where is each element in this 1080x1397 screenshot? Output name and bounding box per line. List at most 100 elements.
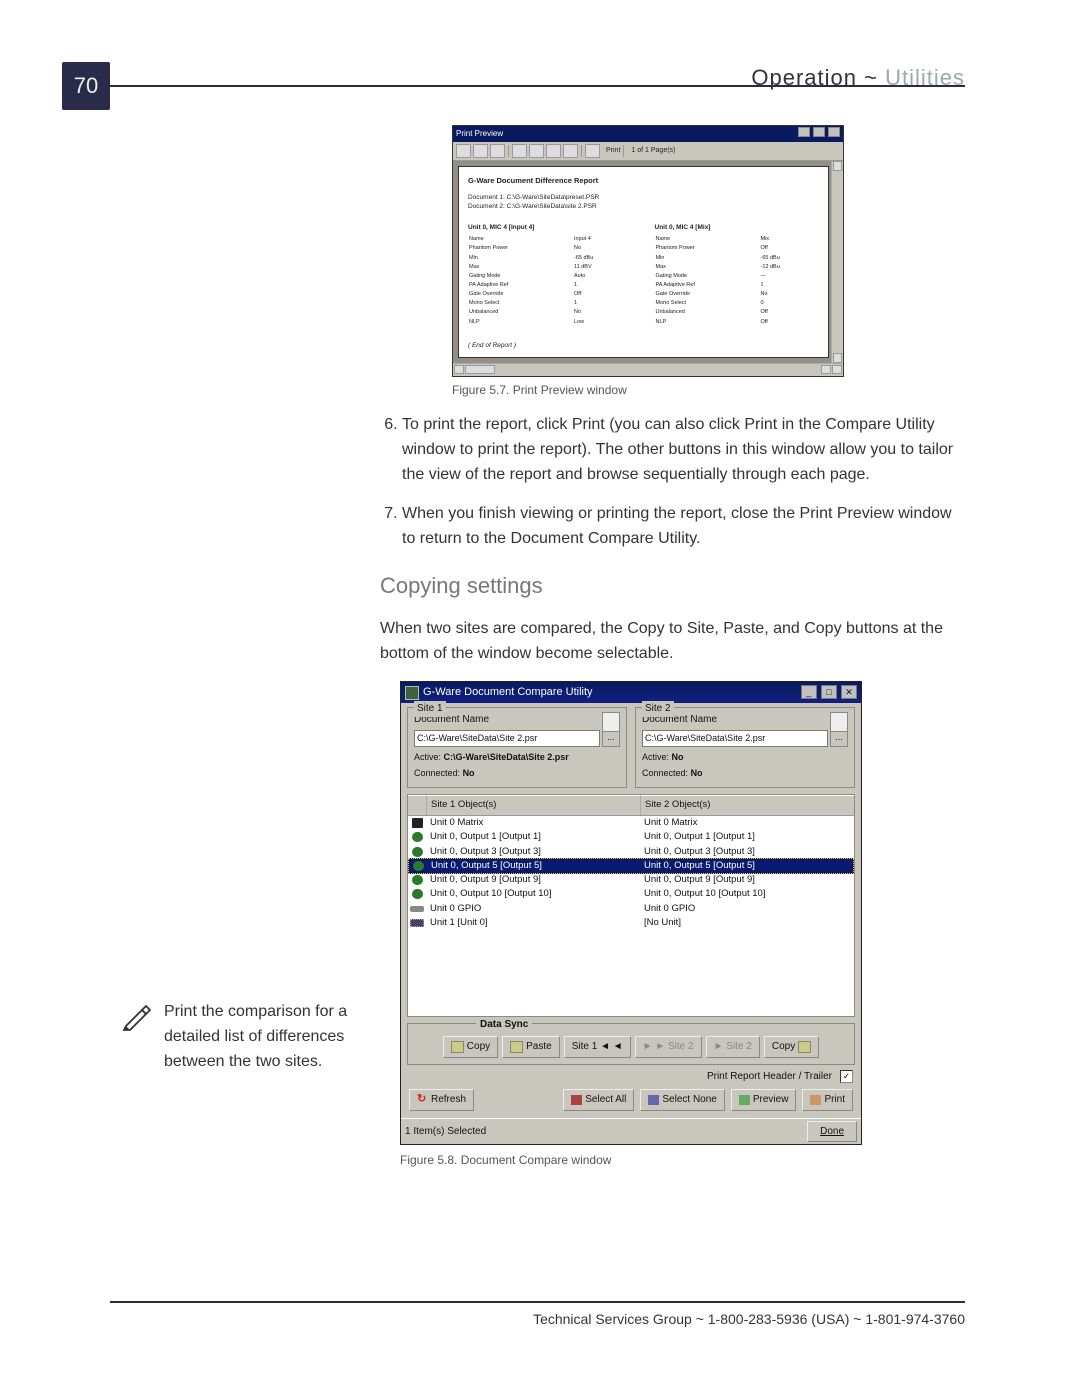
- pp-window-controls[interactable]: [797, 127, 840, 141]
- figure-print-preview: Print Preview Print: [380, 125, 965, 399]
- pp-page: G-Ware Document Difference Report Docume…: [458, 166, 829, 357]
- doc1-path: Document 1: C:\G-Ware\SiteData\preset.PS…: [468, 193, 819, 202]
- table-row[interactable]: Unit 0, Output 1 [Output 1]Unit 0, Outpu…: [408, 830, 854, 844]
- maximize-icon[interactable]: [813, 127, 825, 137]
- row-icon-cell: [409, 859, 427, 873]
- site1-active-value: C:\G-Ware\SiteData\Site 2.psr: [444, 752, 569, 762]
- dc-titlebar: G-Ware Document Compare Utility _ □ ✕: [401, 682, 861, 703]
- site2-path-input[interactable]: C:\G-Ware\SiteData\Site 2.psr: [642, 730, 828, 748]
- print-icon: [810, 1095, 821, 1105]
- close-icon[interactable]: [828, 127, 840, 137]
- site2-cell: [No Unit]: [640, 916, 854, 930]
- copy-button-2[interactable]: Copy: [764, 1036, 819, 1058]
- minimize-icon[interactable]: _: [801, 685, 817, 699]
- table-row[interactable]: Unit 0 GPIOUnit 0 GPIO: [408, 902, 854, 916]
- output-icon: [413, 861, 424, 871]
- site2-cell: Unit 0, Output 1 [Output 1]: [640, 830, 854, 844]
- site1-column-header[interactable]: Site 1 Object(s): [427, 795, 641, 815]
- header-left: Operation: [751, 65, 857, 90]
- site1-arrow-button[interactable]: Site 1 ◄ ◄: [564, 1036, 631, 1058]
- table-row[interactable]: Unit 0, Output 5 [Output 5]Unit 0, Outpu…: [408, 858, 854, 874]
- site1-cell: Unit 0, Output 3 [Output 3]: [426, 845, 640, 859]
- horizontal-scrollbar[interactable]: [453, 363, 843, 376]
- page-100-icon[interactable]: [490, 144, 505, 158]
- select-none-button[interactable]: Select None: [640, 1089, 724, 1111]
- next-page-icon[interactable]: [546, 144, 561, 158]
- row-icon-cell: [408, 916, 426, 930]
- site1-connected-value: No: [463, 768, 475, 778]
- page-whole-icon[interactable]: [456, 144, 471, 158]
- table-row[interactable]: Unit 0 MatrixUnit 0 Matrix: [408, 816, 854, 830]
- site1-connected-label: Connected:: [414, 768, 460, 778]
- print-header-trailer-checkbox[interactable]: ✓: [840, 1070, 853, 1083]
- printer-icon[interactable]: [585, 144, 600, 158]
- table-row[interactable]: Unit 1 [Unit 0][No Unit]: [408, 916, 854, 930]
- vertical-scrollbar[interactable]: [831, 161, 843, 362]
- refresh-button[interactable]: ↻Refresh: [409, 1089, 474, 1111]
- site1-browse-button[interactable]: ...: [602, 730, 620, 748]
- site2-connected-label: Connected:: [642, 768, 688, 778]
- print-preview-window: Print Preview Print: [452, 125, 844, 377]
- site2-arrow-button-2[interactable]: ► Site 2: [706, 1036, 760, 1058]
- prev-page-icon[interactable]: [529, 144, 544, 158]
- figure-caption-1: Figure 5.7. Print Preview window: [452, 381, 965, 400]
- site2-arrow-button-1[interactable]: ► ► Site 2: [635, 1036, 702, 1058]
- last-page-icon[interactable]: [563, 144, 578, 158]
- select-all-button[interactable]: Select All: [563, 1089, 634, 1111]
- site2-browse-button[interactable]: ...: [830, 730, 848, 748]
- table-row[interactable]: Unit 0, Output 10 [Output 10]Unit 0, Out…: [408, 887, 854, 901]
- header-breadcrumb: Operation ~ Utilities: [751, 65, 965, 91]
- row-icon-cell: [408, 845, 426, 859]
- dc-title: G-Ware Document Compare Utility: [423, 684, 593, 701]
- copy-icon: [451, 1041, 464, 1053]
- table-row[interactable]: Unit 0, Output 9 [Output 9]Unit 0, Outpu…: [408, 873, 854, 887]
- site2-cell: Unit 0, Output 9 [Output 9]: [640, 873, 854, 887]
- pp-doc-area: G-Ware Document Difference Report Docume…: [453, 161, 843, 362]
- site2-column-header[interactable]: Site 2 Object(s): [641, 795, 854, 815]
- site1-legend: Site 1: [414, 701, 446, 717]
- copy-button[interactable]: Copy: [443, 1036, 498, 1058]
- close-icon[interactable]: ✕: [841, 685, 857, 699]
- end-of-report: ( End of Report ): [468, 341, 819, 351]
- footer-rule: [110, 1301, 965, 1303]
- print-button[interactable]: Print: [802, 1089, 853, 1111]
- page-width-icon[interactable]: [473, 144, 488, 158]
- done-button[interactable]: Done: [807, 1121, 857, 1143]
- header-right: Utilities: [885, 65, 965, 90]
- note-pencil-icon: [122, 1000, 154, 1032]
- refresh-icon: ↻: [417, 1095, 428, 1105]
- figure-document-compare: G-Ware Document Compare Utility _ □ ✕ Si…: [380, 681, 965, 1170]
- select-all-icon: [571, 1095, 582, 1105]
- report-title: G-Ware Document Difference Report: [468, 175, 819, 187]
- page-number-badge: 70: [62, 62, 110, 110]
- instruction-list: To print the report, click Print (you ca…: [380, 413, 965, 551]
- site2-cell: Unit 0 Matrix: [640, 816, 854, 830]
- row-icon-cell: [408, 873, 426, 887]
- separator: [623, 145, 624, 157]
- pp-titlebar: Print Preview: [453, 126, 843, 142]
- compare-list: Site 1 Object(s) Site 2 Object(s) Unit 0…: [407, 794, 855, 1017]
- subhead-copying-settings: Copying settings: [380, 569, 965, 603]
- minimize-icon[interactable]: [798, 127, 810, 137]
- site1-cell: Unit 0 GPIO: [426, 902, 640, 916]
- site2-legend: Site 2: [642, 701, 674, 717]
- row-icon-cell: [408, 816, 426, 830]
- print-label[interactable]: Print: [606, 146, 620, 157]
- document-icon[interactable]: [602, 712, 620, 732]
- site2-cell: Unit 0 GPIO: [640, 902, 854, 916]
- doc2-path: Document 2: C:\G-Ware\SiteData\site 2.PS…: [468, 202, 819, 211]
- maximize-icon[interactable]: □: [821, 685, 837, 699]
- site1-path-input[interactable]: C:\G-Ware\SiteData\Site 2.psr: [414, 730, 600, 748]
- dc-window-controls[interactable]: _ □ ✕: [800, 684, 857, 701]
- site2-connected-value: No: [691, 768, 703, 778]
- document-icon[interactable]: [830, 712, 848, 732]
- preview-button[interactable]: Preview: [731, 1089, 797, 1111]
- site2-cell: Unit 0, Output 3 [Output 3]: [640, 845, 854, 859]
- document-compare-window: G-Ware Document Compare Utility _ □ ✕ Si…: [400, 681, 862, 1145]
- paste-button[interactable]: Paste: [502, 1036, 560, 1058]
- copying-settings-paragraph: When two sites are compared, the Copy to…: [380, 617, 965, 667]
- icon-column-header[interactable]: [408, 795, 427, 815]
- first-page-icon[interactable]: [512, 144, 527, 158]
- table-row[interactable]: Unit 0, Output 3 [Output 3]Unit 0, Outpu…: [408, 845, 854, 859]
- data-sync-legend: Data Sync: [476, 1017, 532, 1033]
